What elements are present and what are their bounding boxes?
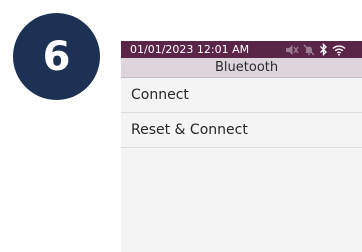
status-icons [285, 41, 346, 58]
step-number-badge: 6 [13, 13, 100, 100]
status-datetime: 01/01/2023 12:01 AM [130, 43, 250, 56]
reset-and-connect-menu-item[interactable]: Reset & Connect [121, 113, 362, 148]
wifi-icon [332, 44, 346, 56]
bluetooth-icon [319, 43, 328, 56]
mute-icon [285, 44, 299, 56]
screen-title: Bluetooth [215, 60, 279, 75]
screen-title-bar: Bluetooth [121, 58, 362, 78]
connect-menu-item[interactable]: Connect [121, 78, 362, 113]
device-screen: 01/01/2023 12:01 AM Bluetooth Connect Re… [121, 41, 362, 252]
notifications-off-icon [303, 44, 315, 56]
status-bar: 01/01/2023 12:01 AM [121, 41, 362, 58]
step-number: 6 [42, 33, 71, 80]
menu-empty-area [121, 148, 362, 252]
instruction-step: 6 01/01/2023 12:01 AM Bluetooth Connect … [0, 0, 362, 252]
